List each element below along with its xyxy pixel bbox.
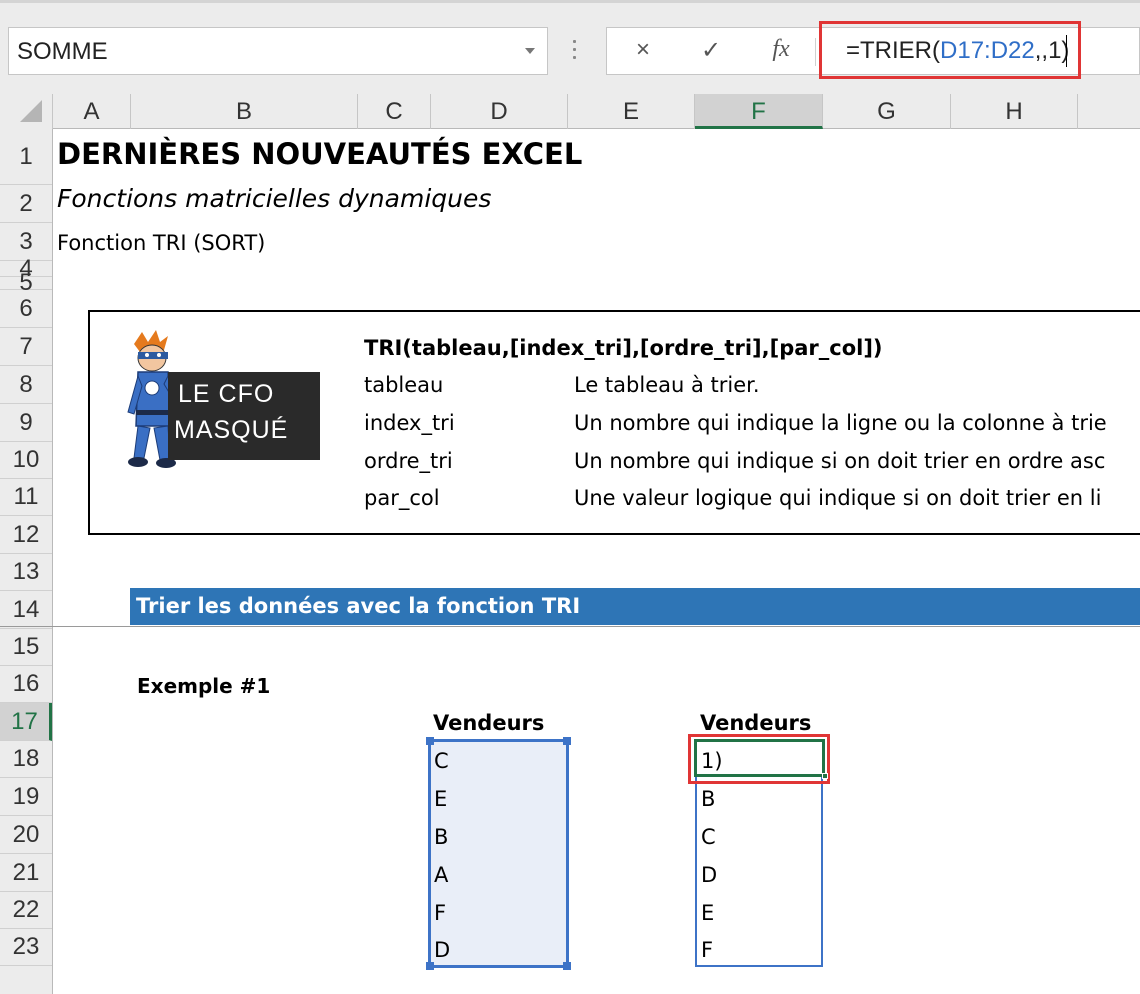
sheet-title[interactable]: DERNIÈRES NOUVEAUTÉS EXCEL [57,137,582,171]
row-header-18[interactable]: 18 [0,741,52,778]
function-label[interactable]: Fonction TRI (SORT) [57,231,265,255]
row-header-15[interactable]: 15 [0,629,52,666]
enter-icon[interactable]: ✓ [691,36,731,65]
row-header-1[interactable]: 1 [0,129,52,185]
fill-handle[interactable] [822,773,828,779]
param-description[interactable]: Un nombre qui indique si on doit trier e… [574,449,1105,473]
logo-panel: LE CFO MASQUÉ [168,372,320,460]
source-cell[interactable]: F [434,901,446,925]
chevron-down-icon[interactable] [525,48,535,54]
range-handle[interactable] [426,962,434,970]
param-description[interactable]: Une valeur logique qui indique si on doi… [574,486,1101,510]
row-header-16[interactable]: 16 [0,666,52,703]
result-cell[interactable]: 1) [701,749,723,773]
column-header-d[interactable]: D [431,94,568,129]
result-cell[interactable]: C [701,825,716,849]
row-header-21[interactable]: 21 [0,854,52,892]
row-header-6[interactable]: 6 [0,290,52,328]
formula-input[interactable]: =TRIER(D17:D22,,1) [846,37,1069,65]
row-header-11[interactable]: 11 [0,479,52,516]
param-name[interactable]: index_tri [364,411,455,435]
function-syntax[interactable]: TRI(tableau,[index_tri],[ordre_tri],[par… [364,336,883,360]
source-cell[interactable]: E [434,787,447,811]
column-header-f[interactable]: F [695,94,823,129]
section-title: Trier les données avec la fonction TRI [136,594,581,618]
insert-function-icon[interactable]: fx [761,36,801,63]
column-header-e[interactable]: E [568,94,695,129]
source-cell[interactable]: A [434,863,448,887]
column-header-b[interactable]: B [131,94,358,129]
param-name[interactable]: par_col [364,486,440,510]
source-column-header[interactable]: Vendeurs [433,711,544,735]
row-header-23[interactable]: 23 [0,929,52,966]
source-cell[interactable]: B [434,825,448,849]
name-box-value[interactable]: SOMME [17,38,108,66]
range-handle[interactable] [426,737,434,745]
result-cell[interactable]: D [701,863,717,887]
row-header-7[interactable]: 7 [0,328,52,366]
result-cell[interactable]: E [701,901,714,925]
drag-handle-icon[interactable] [573,40,577,62]
row-headers: 1 2 3 4 5 6 7 8 9 10 11 12 13 14 15 16 17 18 19 20 21 22 23 [0,129,53,994]
select-all-button[interactable] [0,94,53,129]
row-header-10[interactable]: 10 [0,442,52,479]
column-header-a[interactable]: A [53,94,131,129]
formula-range-ref: D17:D22 [940,37,1035,64]
source-range-selection[interactable] [426,737,571,970]
row-header-5[interactable]: 5 [0,269,52,296]
result-cell[interactable]: B [701,787,715,811]
example-label[interactable]: Exemple #1 [137,674,270,698]
column-header-c[interactable]: C [358,94,431,129]
text-cursor [1066,35,1067,67]
row-header-22[interactable]: 22 [0,892,52,929]
row-divider [0,626,1140,627]
select-all-icon[interactable] [20,100,42,122]
param-description[interactable]: Un nombre qui indique la ligne ou la col… [574,411,1107,435]
column-header-h[interactable]: H [951,94,1078,129]
row-header-12[interactable]: 12 [0,516,52,554]
range-handle[interactable] [563,962,571,970]
syntax-box: LE CFO MASQUÉ TRI(tableau,[index_tri],[o… [88,310,1140,535]
name-box[interactable]: SOMME [8,27,548,75]
range-handle[interactable] [563,737,571,745]
param-name[interactable]: ordre_tri [364,449,453,473]
row-header-8[interactable]: 8 [0,366,52,404]
formula-bar-area: SOMME × ✓ fx =TRIER(D17:D22,,1) [0,0,1140,94]
row-header-13[interactable]: 13 [0,554,52,591]
row-header-2[interactable]: 2 [0,185,52,223]
sheet-subtitle[interactable]: Fonctions matricielles dynamiques [57,184,491,213]
row-header-17[interactable]: 17 [0,703,52,741]
column-headers: ABCDEFGH [0,94,1140,129]
source-cell[interactable]: D [434,938,450,962]
param-name[interactable]: tableau [364,373,443,397]
row-header-14[interactable]: 14 [0,591,52,629]
divider [815,38,816,66]
row-header-9[interactable]: 9 [0,404,52,442]
formula-prefix: =TRIER( [846,37,941,64]
section-header[interactable]: Trier les données avec la fonction TRI [130,588,1140,625]
result-cell[interactable]: F [701,938,713,962]
logo: LE CFO MASQUÉ [120,330,330,470]
param-description[interactable]: Le tableau à trier. [574,373,760,397]
cancel-icon[interactable]: × [623,36,663,64]
worksheet-grid[interactable]: DERNIÈRES NOUVEAUTÉS EXCEL Fonctions mat… [0,129,1140,994]
column-header-g[interactable]: G [823,94,951,129]
logo-text-line1: LE CFO [178,380,275,408]
logo-text-line2: MASQUÉ [174,416,289,444]
source-cell[interactable]: C [434,749,449,773]
row-header-20[interactable]: 20 [0,816,52,854]
formula-suffix: ,,1) [1034,37,1070,64]
row-header-19[interactable]: 19 [0,778,52,816]
result-column-header[interactable]: Vendeurs [700,711,811,735]
